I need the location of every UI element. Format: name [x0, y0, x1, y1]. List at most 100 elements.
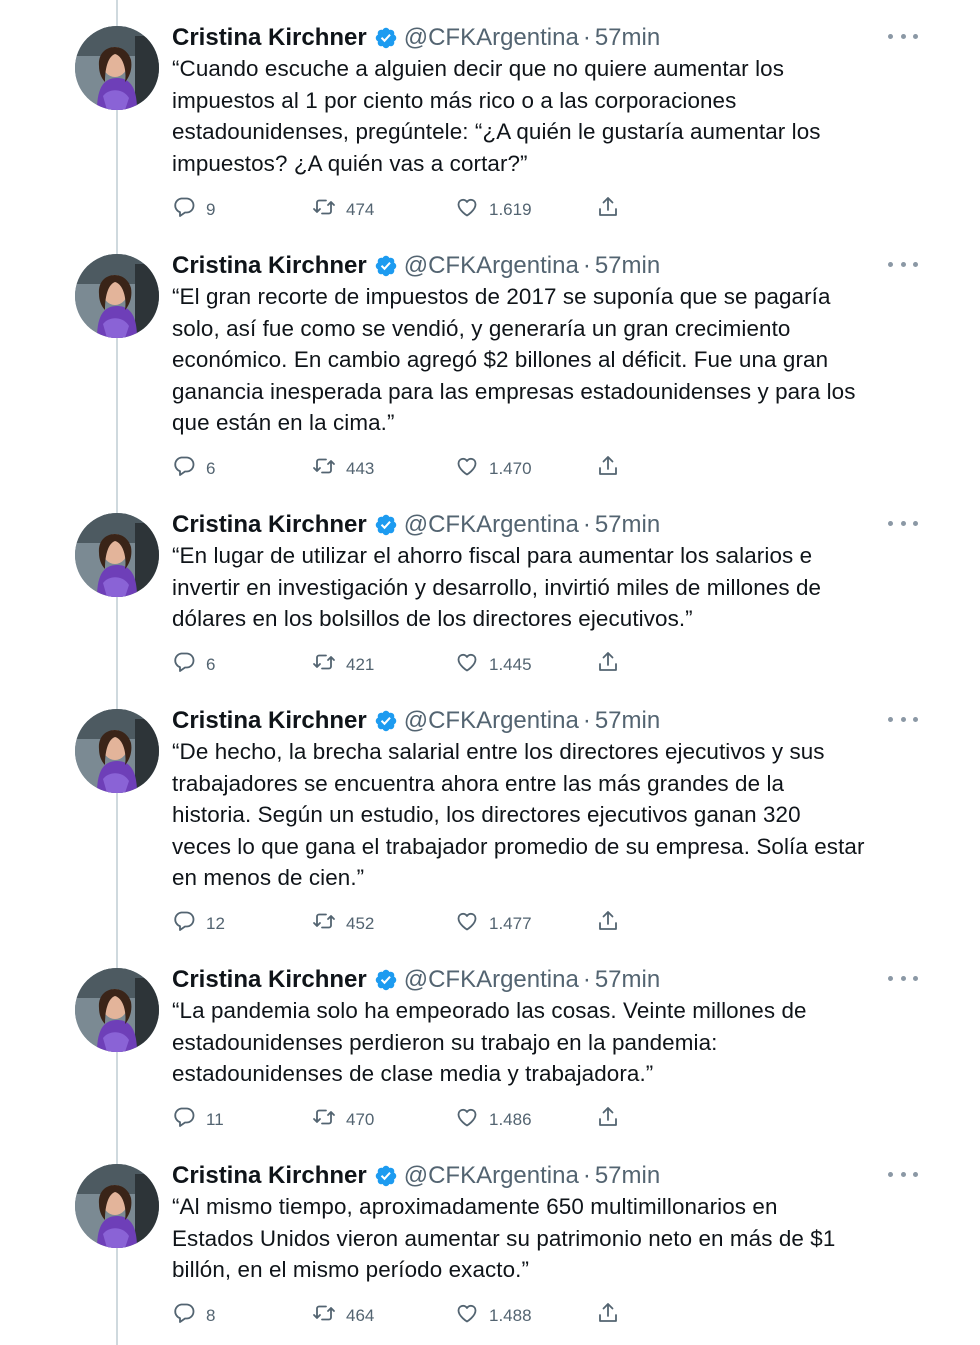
reply-button[interactable]: 9	[172, 192, 215, 222]
reply-count: 9	[206, 200, 216, 219]
share-button[interactable]	[596, 647, 620, 677]
heart-icon	[457, 653, 477, 672]
retweet-icon	[313, 913, 335, 929]
retweet-icon	[313, 458, 335, 474]
share-icon	[599, 197, 617, 216]
more-dots-icon[interactable]	[888, 709, 918, 729]
avatar[interactable]	[75, 26, 159, 110]
like-count: 1.488	[489, 1306, 532, 1325]
like-button[interactable]: 1.619	[455, 192, 532, 222]
like-button[interactable]: 1.445	[455, 647, 532, 677]
retweet-count: 421	[346, 655, 375, 674]
author-handle[interactable]: @CFKArgentina	[404, 962, 579, 998]
tweet-text: “El gran recorte de impuestos de 2017 se…	[172, 284, 856, 436]
like-count: 1.470	[489, 459, 532, 478]
retweet-count: 464	[346, 1306, 375, 1325]
tweet-timestamp[interactable]: 57min	[595, 703, 660, 739]
reply-button[interactable]: 6	[172, 451, 215, 481]
like-count: 1.477	[489, 914, 532, 933]
tweet-actions: 8 464 1.488	[172, 1298, 917, 1328]
avatar-photo	[75, 968, 159, 1052]
tweet-timestamp[interactable]: 57min	[595, 1158, 660, 1194]
author-name[interactable]: Cristina Kirchner	[172, 507, 367, 543]
author-name[interactable]: Cristina Kirchner	[172, 20, 367, 56]
more-dots-icon[interactable]	[888, 26, 918, 46]
avatar-photo	[75, 709, 159, 793]
avatar[interactable]	[75, 513, 159, 597]
retweet-button[interactable]: 452	[312, 906, 374, 936]
thread-connector-line	[116, 0, 118, 1345]
share-button[interactable]	[596, 1102, 620, 1132]
heart-icon	[457, 1108, 477, 1127]
tweet-header: Cristina Kirchner @CFKArgentina · 57min	[172, 703, 918, 739]
retweet-count: 474	[346, 200, 375, 219]
like-count: 1.486	[489, 1110, 532, 1129]
share-button[interactable]	[596, 451, 620, 481]
tweet-timestamp[interactable]: 57min	[595, 507, 660, 543]
author-handle[interactable]: @CFKArgentina	[404, 507, 579, 543]
like-button[interactable]: 1.488	[455, 1298, 532, 1328]
more-dots-icon[interactable]	[888, 513, 918, 533]
retweet-count: 470	[346, 1110, 375, 1129]
avatar[interactable]	[75, 709, 159, 793]
tweet-timestamp[interactable]: 57min	[595, 962, 660, 998]
tweet-header: Cristina Kirchner @CFKArgentina · 57min	[172, 20, 918, 56]
reply-bubble-icon	[174, 456, 195, 476]
reply-button[interactable]: 11	[172, 1102, 224, 1132]
tweet-actions: 6 443 1.470	[172, 451, 917, 481]
retweet-count: 443	[346, 459, 375, 478]
avatar[interactable]	[75, 1164, 159, 1248]
more-dots-icon[interactable]	[888, 1164, 918, 1184]
tweet-timestamp[interactable]: 57min	[595, 20, 660, 56]
author-handle[interactable]: @CFKArgentina	[404, 1158, 579, 1194]
retweet-button[interactable]: 474	[312, 192, 374, 222]
separator-dot: ·	[582, 252, 591, 279]
tweet-text: “La pandemia solo ha empeorado las cosas…	[172, 998, 807, 1087]
retweet-button[interactable]: 470	[312, 1102, 374, 1132]
retweet-button[interactable]: 443	[312, 451, 374, 481]
tweet-actions: 9 474 1.619	[172, 192, 917, 222]
like-button[interactable]: 1.477	[455, 906, 532, 936]
like-button[interactable]: 1.486	[455, 1102, 532, 1132]
more-dots-icon[interactable]	[888, 254, 918, 274]
tweet-header: Cristina Kirchner @CFKArgentina · 57min	[172, 962, 918, 998]
verified-badge-icon	[374, 968, 398, 992]
verified-badge-icon	[374, 26, 398, 50]
separator-dot: ·	[582, 24, 591, 51]
verified-badge-icon	[374, 254, 398, 278]
author-name[interactable]: Cristina Kirchner	[172, 703, 367, 739]
more-dots-icon[interactable]	[888, 968, 918, 988]
reply-button[interactable]: 8	[172, 1298, 215, 1328]
share-icon	[599, 652, 617, 671]
avatar-photo	[75, 1164, 159, 1248]
author-name[interactable]: Cristina Kirchner	[172, 962, 367, 998]
author-handle[interactable]: @CFKArgentina	[404, 248, 579, 284]
author-name[interactable]: Cristina Kirchner	[172, 1158, 367, 1194]
avatar[interactable]	[75, 968, 159, 1052]
like-button[interactable]: 1.470	[455, 451, 532, 481]
avatar-photo	[75, 513, 159, 597]
tweet-timestamp[interactable]: 57min	[595, 248, 660, 284]
reply-bubble-icon	[174, 197, 195, 217]
share-button[interactable]	[596, 192, 620, 222]
author-name[interactable]: Cristina Kirchner	[172, 248, 367, 284]
tweet-header: Cristina Kirchner @CFKArgentina · 57min	[172, 507, 918, 543]
heart-icon	[457, 457, 477, 476]
heart-icon	[457, 1304, 477, 1323]
share-button[interactable]	[596, 1298, 620, 1328]
share-button[interactable]	[596, 906, 620, 936]
author-handle[interactable]: @CFKArgentina	[404, 20, 579, 56]
retweet-count: 452	[346, 914, 375, 933]
retweet-button[interactable]: 464	[312, 1298, 374, 1328]
avatar[interactable]	[75, 254, 159, 338]
verified-badge-icon	[374, 1164, 398, 1188]
reply-bubble-icon	[174, 1107, 195, 1127]
retweet-button[interactable]: 421	[312, 647, 374, 677]
author-handle[interactable]: @CFKArgentina	[404, 703, 579, 739]
reply-count: 8	[206, 1306, 216, 1325]
reply-button[interactable]: 6	[172, 647, 215, 677]
verified-badge-icon	[374, 513, 398, 537]
retweet-icon	[313, 1305, 335, 1321]
heart-icon	[457, 198, 477, 217]
reply-button[interactable]: 12	[172, 906, 225, 936]
